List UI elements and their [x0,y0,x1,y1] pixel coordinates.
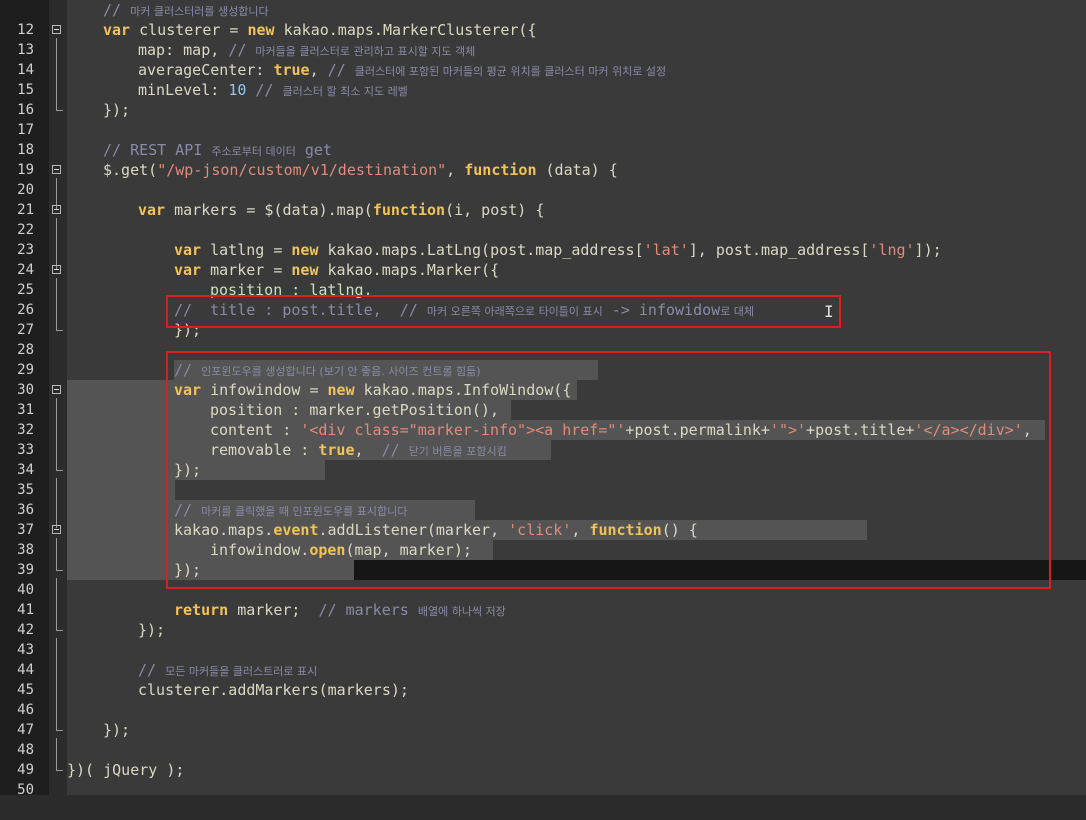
code-line[interactable]: 43 }); [0,620,1086,658]
keyword: var [174,261,202,279]
comment: // [103,1,131,19]
code-text: clusterer.addMarkers(markers); [138,681,409,699]
code-text: $.get("/wp-json/custom/v1/destination", … [103,160,618,180]
code-line[interactable]: 47 [0,700,1086,738]
comment: 마커들을 클러스터로 관리하고 표시할 지도 객체 [255,45,476,58]
comment: // [228,41,256,59]
number-literal: 10 [228,81,247,99]
code-text: })( jQuery ); [67,761,185,779]
code-text: }); [103,721,131,739]
code-token: averageCenter: [138,61,274,79]
comment: // [327,61,355,79]
fold-toggle-icon[interactable] [52,265,61,274]
code-text: var clusterer = new kakao.maps.MarkerClu… [103,20,537,40]
code-token: , [446,161,465,179]
code-token: clusterer = [130,21,248,39]
code-line[interactable]: 44 [0,640,1086,678]
string-literal: "/wp-json/custom/v1/destination" [157,161,447,179]
fold-toggle-icon[interactable] [52,205,61,214]
comment: 클러스터에 포함된 마커들의 평균 위치를 클러스터 마커 위치로 설정 [354,65,667,78]
code-token: markers = $(data).map( [165,201,373,219]
code-line[interactable]: 23 [0,220,1086,258]
code-line[interactable]: 19 // REST API 주소로부터 데이터 get [0,140,1086,178]
code-line[interactable]: 45 // 모든 마커들을 클러스트러로 표시 [0,660,1086,698]
keyword: var [174,241,202,259]
code-text: averageCenter: true, // 클러스터에 포함된 마커들의 평… [138,60,666,80]
fold-toggle-icon[interactable] [52,165,61,174]
keyword: return [174,601,229,619]
code-token: $.get( [103,161,158,179]
keyword: function [464,161,537,179]
code-token: , [309,61,328,79]
annotation-box [166,295,841,328]
fold-toggle-icon[interactable] [52,25,61,34]
keyword: true [273,61,310,79]
comment: 배열에 하나씩 저장 [417,605,506,618]
code-token: ], post.map_address[ [688,241,870,259]
comment: 주소로부터 데이터 [211,145,296,158]
code-text: minLevel: 10 // 클러스터 할 최소 지도 레벨 [138,80,408,100]
code-text: var marker = new kakao.maps.Marker({ [174,260,499,280]
code-line[interactable]: 17 }); [0,100,1086,138]
code-token: minLevel: [138,81,229,99]
code-line[interactable]: 24 var latlng = new kakao.maps.LatLng(po… [0,240,1086,278]
code-text: // 모든 마커들을 클러스트러로 표시 [138,660,317,680]
code-token: kakao.maps.MarkerClusterer({ [274,21,537,39]
code-line[interactable]: 22 var markers = $(data).map(function(i,… [0,200,1086,238]
annotation-box [166,351,1051,589]
code-line[interactable]: 48 }); [0,720,1086,758]
code-line[interactable]: 42 return marker; // markers 배열에 하나씩 저장 [0,600,1086,638]
code-line[interactable]: 49 [0,740,1086,778]
code-text: // REST API 주소로부터 데이터 get [103,140,332,160]
comment: // [255,81,283,99]
comment: 클러스터 할 최소 지도 레벨 [282,85,408,98]
keyword: var [103,21,131,39]
string-literal: 'lat' [643,241,689,259]
line-number: 50 [17,782,34,798]
fold-toggle-icon[interactable] [52,525,61,534]
fold-toggle-icon[interactable] [52,385,61,394]
code-token: ]); [914,241,942,259]
code-line[interactable]: 21 [0,180,1086,218]
keyword: function [372,201,446,219]
code-line[interactable]: 12 // 마커 클러스터러를 생성합니다 [0,0,1086,38]
code-text: }); [138,621,166,639]
code-line[interactable]: 25 var marker = new kakao.maps.Marker({ [0,260,1086,298]
code-token: kakao.maps.Marker({ [318,261,500,279]
keyword: new [247,21,275,39]
comment: // markers [318,601,418,619]
code-line[interactable]: 15 averageCenter: true, // 클러스터에 포함된 마커들… [0,60,1086,98]
code-line[interactable]: 16 minLevel: 10 // 클러스터 할 최소 지도 레벨 [0,80,1086,118]
code-line[interactable]: 46 clusterer.addMarkers(markers); [0,680,1086,718]
text-ibeam-cursor-icon: I [824,302,834,321]
code-text: }); [103,101,131,119]
code-line[interactable]: 14 map: map, // 마커들을 클러스터로 관리하고 표시할 지도 객… [0,40,1086,78]
code-text: return marker; // markers 배열에 하나씩 저장 [174,600,506,620]
code-line[interactable]: 50 })( jQuery ); [0,760,1086,798]
code-token: (data) { [536,161,618,179]
code-text: map: map, // 마커들을 클러스터로 관리하고 표시할 지도 객체 [138,40,475,60]
keyword: new [291,261,319,279]
comment: 마커 클러스터러를 생성합니다 [130,5,269,18]
code-token: latlng = [201,241,292,259]
string-literal: 'lng' [869,241,915,259]
comment: // REST API [103,141,212,159]
code-token: marker; [228,601,319,619]
code-line[interactable]: 18 [0,120,1086,158]
comment: // [138,661,166,679]
code-token: marker = [201,261,292,279]
code-token: map: map, [138,41,229,59]
code-token: (i, post) { [445,201,545,219]
keyword: var [138,201,166,219]
code-line[interactable]: 13 var clusterer = new kakao.maps.Marker… [0,20,1086,58]
comment: 모든 마커들을 클러스트러로 표시 [165,665,318,678]
comment: get [295,141,332,159]
code-text: // 마커 클러스터러를 생성합니다 [103,0,269,20]
code-token: kakao.maps.LatLng(post.map_address[ [318,241,644,259]
code-line[interactable]: 20 $.get("/wp-json/custom/v1/destination… [0,160,1086,198]
code-text: var markers = $(data).map(function(i, po… [138,200,544,220]
code-text: var latlng = new kakao.maps.LatLng(post.… [174,240,942,260]
keyword: new [291,241,319,259]
